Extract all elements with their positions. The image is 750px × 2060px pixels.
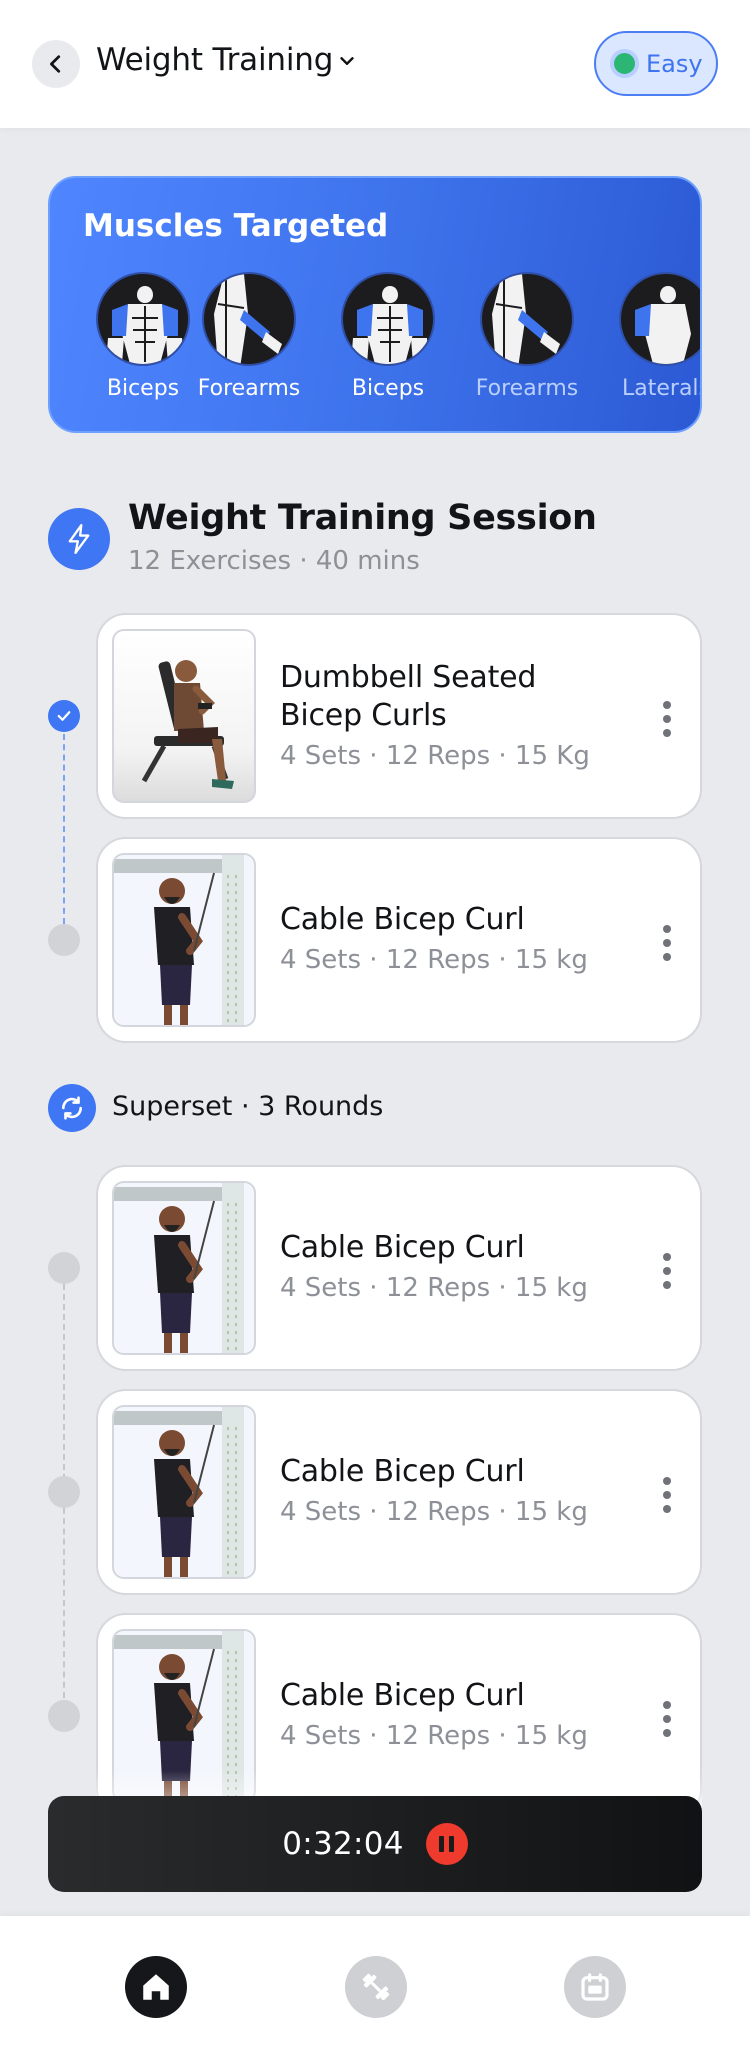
timeline-connector [63,734,65,924]
home-icon [143,1974,169,2000]
back-button[interactable] [32,40,80,88]
pause-icon [439,1836,445,1852]
nav-calendar[interactable] [564,1956,626,2018]
exercise-thumbnail [112,1181,256,1355]
timeline-dot [48,924,80,956]
exercise-thumbnail [112,1405,256,1579]
timeline-connector [63,1284,65,1490]
muscle-item[interactable]: Forearms [179,272,319,401]
exercise-card[interactable]: Cable Bicep Curl 4 Sets · 12 Reps · 15 k… [96,837,702,1043]
muscle-label: Forearms [475,376,579,401]
workout-title[interactable]: Weight Training [96,42,333,78]
exercise-name: Cable Bicep Curl [280,1678,525,1713]
exercise-thumbnail [112,629,256,803]
difficulty-dot [610,49,639,78]
workout-timer-bar[interactable]: 0:32:04 [48,1796,702,1892]
side-arm-forearm-icon [480,272,574,366]
difficulty-badge[interactable]: Easy [594,31,718,96]
exercise-meta: 4 Sets · 12 Reps · 15 kg [280,1497,588,1527]
exercise-name: Cable Bicep Curl [280,1454,525,1489]
timer-value: 0:32:04 [282,1826,404,1862]
front-body-biceps-icon [96,272,190,366]
front-body-laterals-icon [619,272,700,366]
chevron-down-icon[interactable] [336,50,358,72]
side-arm-forearm-icon [202,272,296,366]
dumbbell-icon [362,1973,390,2001]
chevron-left-icon [50,55,61,73]
session-meta: 12 Exercises · 40 mins [128,546,420,576]
exercise-name: Cable Bicep Curl [280,1230,525,1265]
exercise-meta: 4 Sets · 12 Reps · 15 kg [280,945,588,975]
muscle-label: Biceps [351,376,425,401]
more-options-icon[interactable] [662,1701,672,1737]
refresh-icon [48,1084,96,1132]
muscles-targeted-title: Muscles Targeted [83,208,389,244]
more-options-icon[interactable] [662,1477,672,1513]
calendar-icon [581,1973,609,2001]
exercise-card[interactable]: Cable Bicep Curl 4 Sets · 12 Reps · 15 k… [96,1389,702,1595]
timeline-dot [48,1476,80,1508]
exercise-card[interactable]: Cable Bicep Curl 4 Sets · 12 Reps · 15 k… [96,1165,702,1371]
timeline-connector [63,1508,65,1698]
more-options-icon[interactable] [662,701,672,737]
muscles-targeted-card: Muscles Targeted Biceps Forearms Biceps … [48,176,702,433]
muscle-item[interactable]: Biceps [318,272,458,401]
front-body-biceps-icon [341,272,435,366]
muscle-item[interactable]: Forearms [457,272,597,401]
timeline-dot [48,1700,80,1732]
exercise-meta: 4 Sets · 12 Reps · 15 Kg [280,741,590,771]
lightning-icon [48,508,110,570]
difficulty-label: Easy [646,49,703,78]
exercise-name: Cable Bicep Curl [280,902,525,937]
exercise-meta: 4 Sets · 12 Reps · 15 kg [280,1273,588,1303]
exercise-name: Dumbbell Seated [280,660,537,695]
completed-check-icon [48,700,80,732]
superset-label: Superset · 3 Rounds [112,1091,384,1122]
exercise-card[interactable]: Dumbbell Seated Bicep Curls 4 Sets · 12 … [96,613,702,819]
muscle-item[interactable]: Laterals [596,272,702,401]
muscle-label: Forearms [197,376,301,401]
pause-button[interactable] [425,1823,468,1865]
session-title: Weight Training Session [128,498,597,538]
top-bar: Weight Training Easy [0,0,750,128]
nav-home[interactable] [125,1956,187,2018]
exercise-name-line2: Bicep Curls [280,698,447,733]
more-options-icon[interactable] [662,1253,672,1289]
more-options-icon[interactable] [662,925,672,961]
exercise-thumbnail [112,853,256,1027]
timeline-dot [48,1252,80,1284]
muscle-label: Laterals [622,376,702,401]
bottom-navigation [0,1916,750,2060]
exercise-meta: 4 Sets · 12 Reps · 15 kg [280,1721,588,1751]
pause-icon [449,1836,455,1852]
nav-workouts[interactable] [345,1956,407,2018]
